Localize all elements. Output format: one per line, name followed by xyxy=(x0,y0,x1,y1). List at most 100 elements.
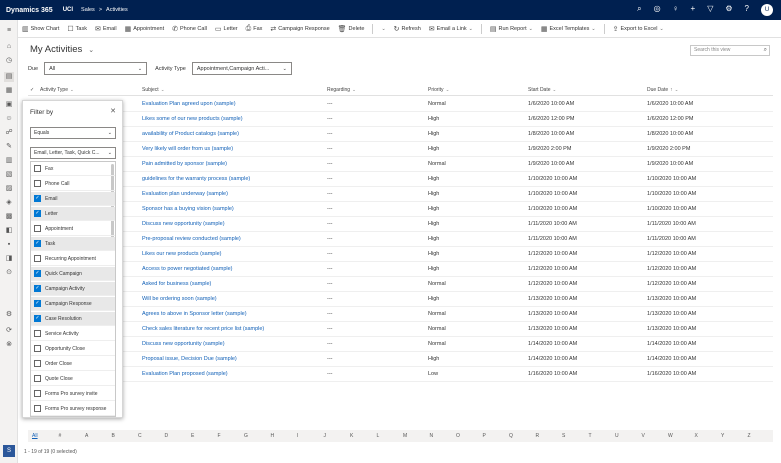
alphabet-letter[interactable]: T xyxy=(589,433,592,439)
column-header-priority[interactable]: Priority ⌄ xyxy=(428,87,449,93)
new-letter-button[interactable]: ▭ Letter xyxy=(215,25,238,33)
column-header-due-date[interactable]: Due Date ↑ ⌄ xyxy=(647,87,678,93)
due-filter-dropdown[interactable]: All ⌄ xyxy=(44,62,148,75)
row-subject-link[interactable]: Discuss new opportunity (sample) xyxy=(142,341,225,347)
alphabet-letter[interactable]: # xyxy=(59,433,62,439)
row-subject-link[interactable]: availability of Product catalogs (sample… xyxy=(142,131,239,137)
filter-option[interactable]: Email xyxy=(31,192,115,206)
sync-icon[interactable]: ⟳ xyxy=(4,326,14,336)
alphabet-letter[interactable]: S xyxy=(562,433,565,439)
checkbox[interactable] xyxy=(34,180,41,187)
table-row[interactable]: Discuss new opportunity (sample) --- High 1… xyxy=(28,217,773,232)
tools-icon[interactable]: ⚙ xyxy=(4,310,14,320)
alphabet-letter[interactable]: O xyxy=(456,433,460,439)
search-icon[interactable]: ⌕ xyxy=(637,4,641,16)
close-icon[interactable]: ✕ xyxy=(110,107,116,115)
invoices-icon[interactable]: ▨ xyxy=(4,184,14,194)
goals-icon[interactable]: ◨ xyxy=(4,254,14,264)
filter-option[interactable]: Case Resolution xyxy=(31,312,115,326)
row-subject-link[interactable]: Evaluation Plan agreed upon (sample) xyxy=(142,101,236,107)
filter-operator-dropdown[interactable]: Equals ⌄ xyxy=(30,127,116,139)
table-row[interactable]: guidelines for the warranty process (sam… xyxy=(28,172,773,187)
gear-icon[interactable]: ⚙ xyxy=(725,4,732,16)
row-subject-link[interactable]: Asked for business (sample) xyxy=(142,281,211,287)
recent-icon[interactable]: ◷ xyxy=(4,56,14,66)
table-row[interactable]: Asked for business (sample) --- Normal 1/12… xyxy=(28,277,773,292)
alphabet-letter[interactable]: Z xyxy=(748,433,751,439)
filter-option[interactable]: Recurring Appointment xyxy=(31,252,115,266)
checkbox[interactable] xyxy=(34,360,41,367)
row-subject-link[interactable]: Pre-proposal review conducted (sample) xyxy=(142,236,241,242)
area-switcher-badge[interactable]: S xyxy=(3,445,15,457)
checkbox[interactable] xyxy=(34,210,41,217)
products-icon[interactable]: ▩ xyxy=(4,212,14,222)
export-excel-button[interactable]: ⇪ Export to Excel ⌄ xyxy=(613,25,664,33)
view-selector[interactable]: My Activities ⌄ xyxy=(30,44,94,55)
alphabet-letter[interactable]: R xyxy=(536,433,540,439)
table-row[interactable]: Proposal issue, Decision Due (sample) ---… xyxy=(28,352,773,367)
table-row[interactable]: Evaluation plan underway (sample) --- High… xyxy=(28,187,773,202)
filter-icon[interactable]: ▽ xyxy=(707,4,713,16)
help-icon[interactable]: ? xyxy=(745,4,749,16)
filter-option[interactable]: Letter xyxy=(31,207,115,221)
filter-option[interactable]: Forms Pro survey invite xyxy=(31,387,115,401)
filter-option[interactable]: Opportunity Close xyxy=(31,342,115,356)
email-link-button[interactable]: ✉ Email a Link ⌄ xyxy=(429,25,473,33)
table-row[interactable]: availability of Product catalogs (sample… xyxy=(28,127,773,142)
alphabet-letter[interactable]: J xyxy=(324,433,327,439)
alphabet-letter[interactable]: B xyxy=(112,433,115,439)
table-row[interactable]: Discuss new opportunity (sample) --- Norma… xyxy=(28,337,773,352)
row-subject-link[interactable]: Sponsor has a buying vision (sample) xyxy=(142,206,234,212)
quotes-icon[interactable]: ▥ xyxy=(4,156,14,166)
checkbox[interactable] xyxy=(34,165,41,172)
show-chart-button[interactable]: ▥ Show Chart xyxy=(22,25,59,33)
more-commands-chevron[interactable]: ⌄ xyxy=(381,26,385,32)
checkbox[interactable] xyxy=(34,195,41,202)
checkbox[interactable] xyxy=(34,270,41,277)
opportunities-icon[interactable]: ✎ xyxy=(4,142,14,152)
filter-option[interactable]: Order Close xyxy=(31,357,115,371)
filter-option[interactable]: Campaign Activity xyxy=(31,282,115,296)
app-brand[interactable]: Dynamics 365 xyxy=(6,7,53,14)
alphabet-letter[interactable]: H xyxy=(271,433,275,439)
checkbox[interactable] xyxy=(34,255,41,262)
column-header-subject[interactable]: Subject ⌄ xyxy=(142,87,164,93)
plus-icon[interactable]: + xyxy=(691,4,696,16)
table-row[interactable]: Will be ordering soon (sample) --- High 1/1… xyxy=(28,292,773,307)
table-row[interactable]: Pain admitted by sponsor (sample) --- Norm… xyxy=(28,157,773,172)
alphabet-letter[interactable]: A xyxy=(85,433,88,439)
alphabet-letter[interactable]: W xyxy=(668,433,673,439)
excel-templates-button[interactable]: ▦ Excel Templates ⌄ xyxy=(541,25,596,33)
row-subject-link[interactable]: Pain admitted by sponsor (sample) xyxy=(142,161,227,167)
table-row[interactable]: Evaluation Plan agreed upon (sample) --- N… xyxy=(28,97,773,112)
table-row[interactable]: Very likely will order from us (sample) -… xyxy=(28,142,773,157)
row-subject-link[interactable]: Will be ordering soon (sample) xyxy=(142,296,217,302)
alphabet-letter[interactable]: M xyxy=(403,433,407,439)
contacts-icon[interactable]: ☺ xyxy=(4,114,14,124)
alphabet-letter[interactable]: All xyxy=(32,433,38,439)
select-all-checkbox[interactable]: ✓ xyxy=(30,87,34,93)
checkbox[interactable] xyxy=(34,285,41,292)
new-email-button[interactable]: ✉ Email xyxy=(95,25,117,33)
filter-option[interactable]: Forms Pro survey response xyxy=(31,402,115,416)
alphabet-letter[interactable]: F xyxy=(218,433,221,439)
activities-icon[interactable]: ▤ xyxy=(4,72,14,82)
home-icon[interactable]: ⌂ xyxy=(4,42,14,52)
checkbox[interactable] xyxy=(34,300,41,307)
table-row[interactable]: Evaluation Plan proposed (sample) --- Low 1… xyxy=(28,367,773,382)
row-subject-link[interactable]: Discuss new opportunity (sample) xyxy=(142,221,225,227)
marketing-icon[interactable]: ◧ xyxy=(4,226,14,236)
alphabet-letter[interactable]: Q xyxy=(509,433,513,439)
row-subject-link[interactable]: Very likely will order from us (sample) xyxy=(142,146,233,152)
column-header-regarding[interactable]: Regarding ⌄ xyxy=(327,87,356,93)
alphabet-letter[interactable]: X xyxy=(695,433,698,439)
row-subject-link[interactable]: Agrees to above in Sponsor letter (sampl… xyxy=(142,311,247,317)
filter-option[interactable]: Quote Close xyxy=(31,372,115,386)
alphabet-letter[interactable]: N xyxy=(430,433,434,439)
breadcrumb-page[interactable]: Activities xyxy=(106,7,128,13)
column-header-activity-type[interactable]: Activity Type ⌄ xyxy=(40,87,74,93)
accounts-icon[interactable]: ▣ xyxy=(4,100,14,110)
checkbox[interactable] xyxy=(34,225,41,232)
sales-literature-icon[interactable]: ▪ xyxy=(4,240,14,250)
checkbox[interactable] xyxy=(34,390,41,397)
